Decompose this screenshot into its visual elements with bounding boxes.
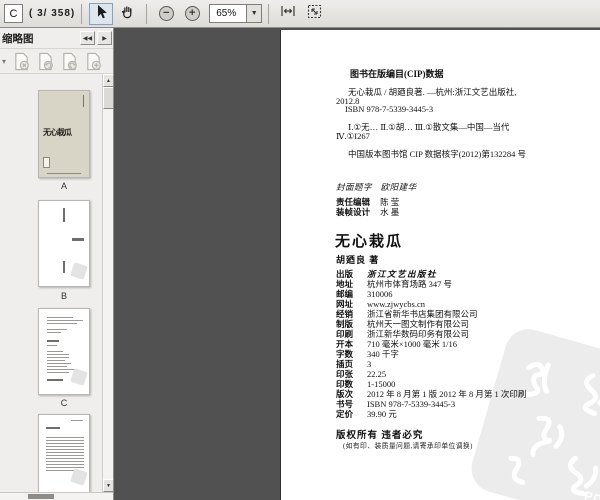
thumbnail-label: C [60, 398, 68, 408]
cip-class-line: Ⅰ.①无… Ⅱ.①胡… Ⅲ.①散文集—中国—当代 [348, 122, 510, 133]
cover-footer-line [47, 172, 81, 174]
colophon-row: 出版 浙江文艺出版社 [336, 269, 438, 279]
colophon-block: 出版 浙江文艺出版社 地址 杭州市体育场路 347 号 邮编 310006 网址 www… [336, 269, 594, 419]
cip-heading: 图书在版编目(CIP)数据 [350, 69, 444, 79]
panel-expand-button[interactable]: ▶ [97, 31, 112, 45]
options-menu-icon[interactable]: ▾ [2, 57, 6, 66]
thumbnail-toolbar: ▾ [0, 49, 113, 74]
fit-page-button[interactable] [302, 3, 326, 25]
insert-page-icon[interactable] [85, 52, 102, 71]
plus-icon: + [184, 6, 200, 21]
scrollbar-thumb[interactable] [103, 87, 113, 109]
panel-title: 缩略图 [2, 32, 34, 45]
thumbnail-label: B [60, 291, 67, 301]
page-indicator: ( 3/ 358) [29, 8, 76, 19]
toolbar-separator [146, 3, 148, 24]
arrow-down-icon: ▼ [106, 482, 111, 489]
zoom-in-button[interactable]: + [180, 3, 204, 25]
colophon-row: 印张 22.25 [336, 369, 387, 379]
toolbar-separator [268, 3, 270, 24]
rotate-left-page-icon[interactable] [37, 52, 54, 71]
thumbnail-hscrollbar[interactable] [0, 492, 113, 500]
colophon-row: 书号 ISBN 978-7-5339-3445-3 [336, 399, 456, 409]
thumbnails-panel: 缩略图 ◀◀ ▶ ▾ 无心栽瓜 A B C ▲ ▼ [0, 28, 114, 500]
credit-row: 封面题字 欧阳建华 [336, 182, 417, 192]
fit-width-button[interactable] [276, 3, 300, 25]
thumbnail-page-c[interactable] [38, 308, 90, 395]
cover-spine-mark [82, 95, 84, 107]
zoom-out-button[interactable]: − [154, 3, 178, 25]
copyright-note: (如有印、装质量问题,请寄承印单位调换) [343, 443, 473, 450]
colophon-row: 开本 710 毫米×1000 毫米 1/16 [336, 339, 458, 349]
copyright-notice: 版权所有 违者必究 [336, 431, 424, 441]
arrow-up-icon: ▲ [106, 77, 111, 84]
colophon-row: 字数 340 千字 [336, 349, 399, 359]
thumbnails-panel-header: 缩略图 ◀◀ ▶ [0, 28, 113, 49]
credit-row: 责任编辑 陈 莹 [336, 197, 400, 207]
hscrollbar-thumb[interactable] [28, 494, 54, 499]
cip-record-number: 中国版本图书馆 CIP 数据核字(2012)第132284 号 [348, 148, 526, 159]
thumbnail-label: A [60, 181, 67, 191]
document-page: PDG 图书在版编目(CIP)数据 无心栽瓜 / 胡廼良著. —杭州:浙江文艺出… [281, 30, 600, 500]
thumbnail-scrollbar[interactable]: ▲ ▼ [102, 74, 113, 492]
fit-width-icon [280, 4, 296, 23]
cover-seal [43, 157, 50, 168]
colophon-row: 制版 杭州天一图文制作有限公司 [336, 319, 470, 329]
scroll-down-button[interactable]: ▼ [103, 479, 113, 492]
thumbnail-page-d[interactable] [38, 414, 90, 492]
chevron-right-icon: ▶ [102, 35, 107, 42]
hand-icon [120, 4, 135, 24]
credit-row: 装帧设计 水 墨 [336, 207, 400, 217]
panel-collapse-button[interactable]: ◀◀ [80, 31, 95, 45]
thumbnail-list: 无心栽瓜 A B C ▲ ▼ [0, 74, 113, 492]
toolbar: C ( 3/ 358) − + 65% ▼ [0, 0, 600, 28]
rotate-right-page-icon[interactable] [61, 52, 78, 71]
colophon-row: 经销 浙江省新华书店集团有限公司 [336, 309, 478, 319]
colophon-row: 地址 杭州市体育场路 347 号 [336, 279, 453, 289]
double-chevron-left-icon: ◀◀ [82, 35, 93, 42]
cover-title-text: 无心栽瓜 [43, 128, 72, 137]
cip-line: 无心栽瓜 / 胡廼良著. —杭州:浙江文艺出版社, [348, 86, 517, 97]
cip-isbn: ISBN 978-7-5339-3445-3 [345, 104, 434, 115]
thumbnail-page-b[interactable] [38, 200, 90, 287]
book-author: 胡廼良 著 [336, 255, 380, 265]
book-title: 无心栽瓜 [335, 234, 404, 250]
cip-block: 图书在版编目(CIP)数据 无心栽瓜 / 胡廼良著. —杭州:浙江文艺出版社, … [336, 70, 588, 159]
colophon-row: 印数 1-15000 [336, 379, 396, 389]
toolbar-separator [81, 3, 83, 24]
document-viewport[interactable]: PDG 图书在版编目(CIP)数据 无心栽瓜 / 胡廼良著. —杭州:浙江文艺出… [114, 28, 600, 500]
zoom-dropdown-button[interactable]: ▼ [247, 4, 263, 23]
cip-class-line: Ⅳ.①I267 [336, 130, 370, 141]
scroll-up-button[interactable]: ▲ [103, 74, 113, 87]
colophon-row: 插页 3 [336, 359, 372, 369]
page-label-input[interactable]: C [4, 4, 23, 23]
colophon-row: 邮编 310006 [336, 289, 393, 299]
thumbnail-page-a[interactable]: 无心栽瓜 [38, 90, 90, 178]
content-area: 缩略图 ◀◀ ▶ ▾ 无心栽瓜 A B C ▲ ▼ PDG 图书在版编目(CIP… [0, 28, 600, 500]
colophon-row: 印刷 浙江新华数码印务有限公司 [336, 329, 470, 339]
cursor-arrow-icon [94, 4, 108, 24]
colophon-row: 网址 www.zjwycbs.cn [336, 299, 425, 309]
delete-page-icon[interactable] [13, 52, 30, 71]
pdf-reader-window: C ( 3/ 358) − + 65% ▼ 缩略图 ◀◀ ▶ ▾ 无心栽瓜 A … [0, 0, 600, 500]
hand-tool-button[interactable] [115, 3, 139, 25]
fit-page-icon [307, 4, 322, 24]
zoom-level-input[interactable]: 65% [209, 4, 248, 23]
colophon-row: 版次 2012 年 8 月第 1 版 2012 年 8 月第 1 次印刷 [336, 389, 527, 399]
colophon-row: 定价 39.90 元 [336, 409, 397, 419]
credits-block: 封面题字 欧阳建华 责任编辑 陈 莹 装帧设计 水 墨 [336, 182, 417, 217]
chevron-down-icon: ▼ [250, 10, 258, 17]
select-tool-button[interactable] [89, 2, 114, 25]
minus-icon: − [158, 6, 174, 21]
